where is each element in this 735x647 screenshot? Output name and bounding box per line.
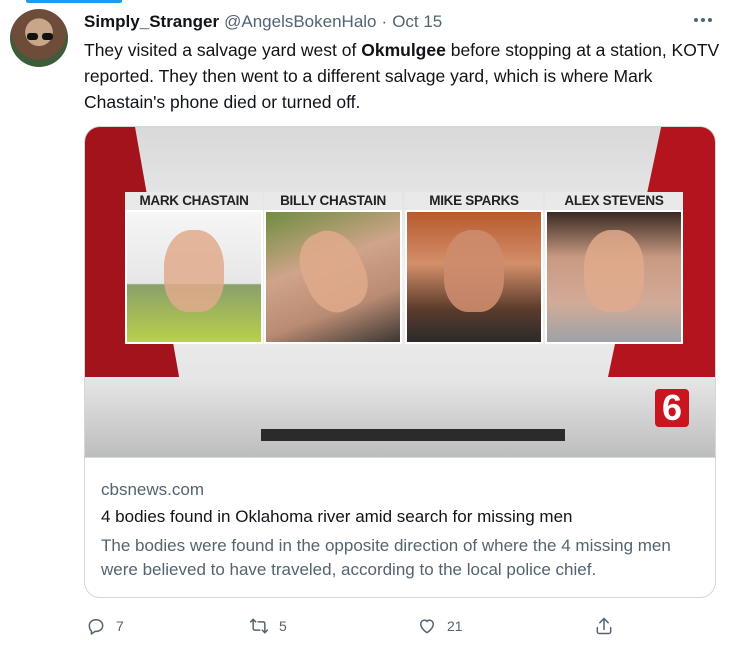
user-handle[interactable]: @AngelsBokenHalo	[224, 12, 376, 32]
person-panel: MIKE SPARKS	[405, 192, 543, 344]
person-panel: ALEX STEVENS	[545, 192, 683, 344]
tweet-text-bold: Okmulgee	[361, 40, 446, 60]
separator-dot: ·	[381, 12, 388, 31]
card-description: The bodies were found in the opposite di…	[101, 536, 671, 579]
person-photo	[547, 212, 681, 342]
top-accent-bar	[26, 0, 122, 3]
news-chyron	[261, 429, 565, 441]
news-grey-band	[85, 377, 715, 457]
retweet-icon	[249, 618, 269, 634]
card-domain: cbsnews.com	[101, 480, 204, 499]
reply-icon	[88, 619, 104, 635]
person-photo	[407, 212, 541, 342]
person-name: MIKE SPARKS	[405, 192, 543, 210]
like-button[interactable]: 21	[417, 612, 463, 640]
share-icon	[596, 617, 612, 635]
tweet-date[interactable]: Oct 15	[392, 12, 442, 32]
person-panel: BILLY CHASTAIN	[264, 192, 402, 344]
heart-icon	[420, 619, 434, 634]
link-card[interactable]: MARK CHASTAIN BILLY CHASTAIN MIKE SPARKS…	[84, 126, 716, 598]
display-name[interactable]: Simply_Stranger	[84, 12, 219, 32]
person-name: BILLY CHASTAIN	[264, 192, 402, 210]
person-panel: MARK CHASTAIN	[125, 192, 263, 344]
share-button[interactable]	[594, 612, 614, 640]
like-count: 21	[447, 618, 463, 634]
avatar-sunglasses	[27, 33, 53, 40]
person-name: ALEX STEVENS	[545, 192, 683, 210]
card-title: 4 bodies found in Oklahoma river amid se…	[101, 507, 573, 526]
card-image[interactable]: MARK CHASTAIN BILLY CHASTAIN MIKE SPARKS…	[85, 127, 715, 457]
retweet-button[interactable]: 5	[249, 612, 287, 640]
avatar[interactable]	[10, 9, 68, 67]
person-name: MARK CHASTAIN	[125, 192, 263, 210]
tweet-actions: 7 5 21	[84, 612, 624, 640]
tweet-text-part1: They visited a salvage yard west of	[84, 40, 362, 60]
reply-count: 7	[116, 618, 124, 634]
person-photo	[266, 212, 400, 342]
reply-button[interactable]: 7	[86, 612, 124, 640]
retweet-count: 5	[279, 618, 287, 634]
more-icon[interactable]	[691, 9, 715, 31]
tweet-text: They visited a salvage yard west of Okmu…	[84, 37, 724, 115]
person-photo	[127, 212, 261, 342]
station-logo: 6	[655, 389, 689, 427]
card-info[interactable]: cbsnews.com 4 bodies found in Oklahoma r…	[85, 457, 715, 597]
tweet-header: Simply_Stranger @AngelsBokenHalo · Oct 1…	[84, 11, 715, 33]
